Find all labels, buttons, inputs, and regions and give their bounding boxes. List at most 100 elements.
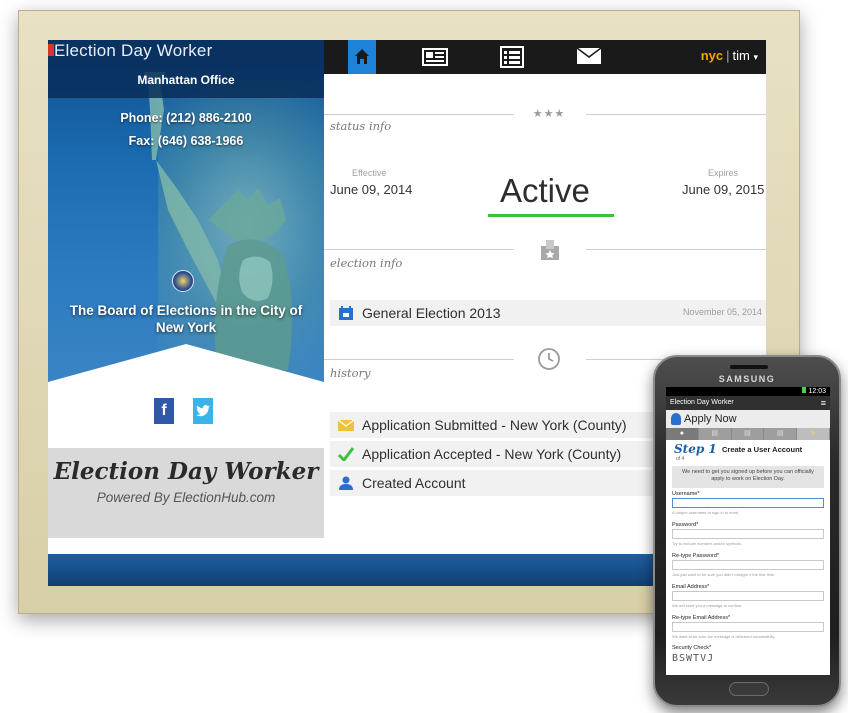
phone-device: SAMSUNG 12:03 Election Day Worker ≡ Appl… [653,355,841,707]
divider [324,114,514,115]
phone-status-bar: 12:03 [666,387,830,396]
retype-email-field: Re-type Email Address* We want to be sur… [672,615,824,643]
email-input[interactable] [672,591,824,601]
stars-icon: ★★★ [532,108,566,120]
chevron-divider [48,344,324,383]
history-item-label: Application Submitted - New York (County… [362,417,627,433]
step-title: Create a User Account [722,445,803,454]
envelope-icon [576,47,602,64]
phone-app-title: Election Day Worker [670,399,734,406]
tab-edit[interactable]: ✎ [797,428,830,440]
divider [324,359,514,360]
retype-email-input[interactable] [672,622,824,632]
tab-step-3[interactable]: ▤ [732,428,765,440]
sidebar: Election Day Worker Manhattan Office Pho… [48,40,324,540]
field-hint: Just just want to be sure you didn't mis… [672,572,776,577]
apply-header: Apply Now [666,410,830,428]
captcha-image: BSWTVJ [672,653,715,664]
history-section-label: history [330,366,371,380]
election-date: November 05, 2014 [682,307,762,317]
list-icon [500,46,524,68]
username-field: Username* A unique username to sign in t… [672,491,824,519]
nav-news-tab[interactable] [422,48,448,66]
battery-icon [802,387,807,393]
expires-date: June 09, 2015 [682,182,765,197]
effective-date: June 09, 2014 [330,182,413,197]
tab-account[interactable]: ● [666,428,699,440]
top-nav: nyc | tim ▾ [324,40,766,80]
status-underline [488,214,614,217]
field-label: Re-type Password* [672,553,720,559]
password-field: Password* Try to include numbers and/or … [672,522,824,550]
password-input[interactable] [672,529,824,539]
status-value: Active [500,172,590,209]
step-of: of 4 [676,456,685,462]
retype-password-field: Re-type Password* Just just want to be s… [672,553,824,581]
ballot-box-icon [538,238,562,262]
speaker [730,365,768,369]
user-icon [339,476,353,490]
tab-step-2[interactable]: ▤ [699,428,732,440]
apply-title: Apply Now [684,413,737,425]
tab-step-4[interactable]: ▤ [764,428,798,440]
twitter-icon[interactable] [193,398,213,424]
fax-line: Fax: (646) 638-1966 [48,134,324,148]
envelope-icon [338,419,354,431]
field-label: Username* [672,491,700,497]
divider [586,249,766,250]
seal-icon [172,270,194,292]
history-item-label: Application Accepted - New York (County) [362,446,622,462]
clock-icon [537,347,561,371]
fax-label: Fax: [128,134,155,148]
phone-home-button[interactable] [729,682,769,696]
divider [586,114,766,115]
fax-number: (646) 638-1966 [157,134,244,148]
phone-screen: 12:03 Election Day Worker ≡ Apply Now ● … [666,387,830,675]
retype-password-input[interactable] [672,560,824,570]
field-hint: Try to include numbers and/or symbols. [672,541,742,546]
nav-home-tab[interactable] [348,40,376,80]
menu-icon[interactable]: ≡ [821,396,826,410]
newspaper-icon [422,48,448,66]
election-name: General Election 2013 [362,305,501,321]
nav-mail-tab[interactable] [576,46,602,64]
nav-list-tab[interactable] [500,46,524,68]
check-icon [338,447,354,461]
phone-step-tabs: ● ▤ ▤ ▤ ✎ [666,428,830,440]
expires-label: Expires [708,168,739,178]
calendar-icon [339,306,353,320]
office-name: Manhattan Office [137,73,235,87]
phone-number[interactable]: (212) 886-2100 [166,111,251,125]
history-item-label: Created Account [362,475,466,491]
phone-label: Phone: [120,111,163,125]
user-icon [671,413,681,425]
facebook-icon[interactable]: f [154,398,174,424]
election-row[interactable]: General Election 2013 November 05, 2014 [330,300,766,326]
status-section-label: status info [330,119,392,133]
user-menu[interactable]: nyc | tim ▾ [701,48,758,63]
brand-subtitle[interactable]: Powered By ElectionHub.com [48,490,324,505]
social-links: f [48,398,324,428]
home-icon [355,49,369,64]
chevron-down-icon: ▾ [753,52,758,62]
brand-box: Election Day Worker Powered By ElectionH… [48,448,324,538]
phone-time: 12:03 [808,388,826,395]
election-section-label: election info [330,256,403,270]
field-hint: We want to be sure the message is delive… [672,634,776,639]
city-label: nyc [700,48,724,63]
board-name: The Board of Elections in the City of Ne… [69,303,303,335]
field-label: Password* [672,522,699,528]
phone-brand: SAMSUNG [718,374,776,384]
username: tim [732,48,750,63]
security-label: Security Check* [672,645,712,651]
hero-banner: Election Day Worker Manhattan Office Pho… [48,40,324,383]
phone-app-bar: Election Day Worker ≡ [666,396,830,410]
field-label: Re-type Email Address* [672,615,731,621]
effective-label: Effective [352,168,387,178]
email-field: Email Address* We will send you a messag… [672,584,824,612]
signup-note: We need to get you signed up before you … [672,466,824,488]
field-label: Email Address* [672,584,710,590]
divider [324,249,514,250]
step-header: Step 1 of 4 Create a User Account [666,440,830,464]
username-input[interactable] [672,498,824,508]
